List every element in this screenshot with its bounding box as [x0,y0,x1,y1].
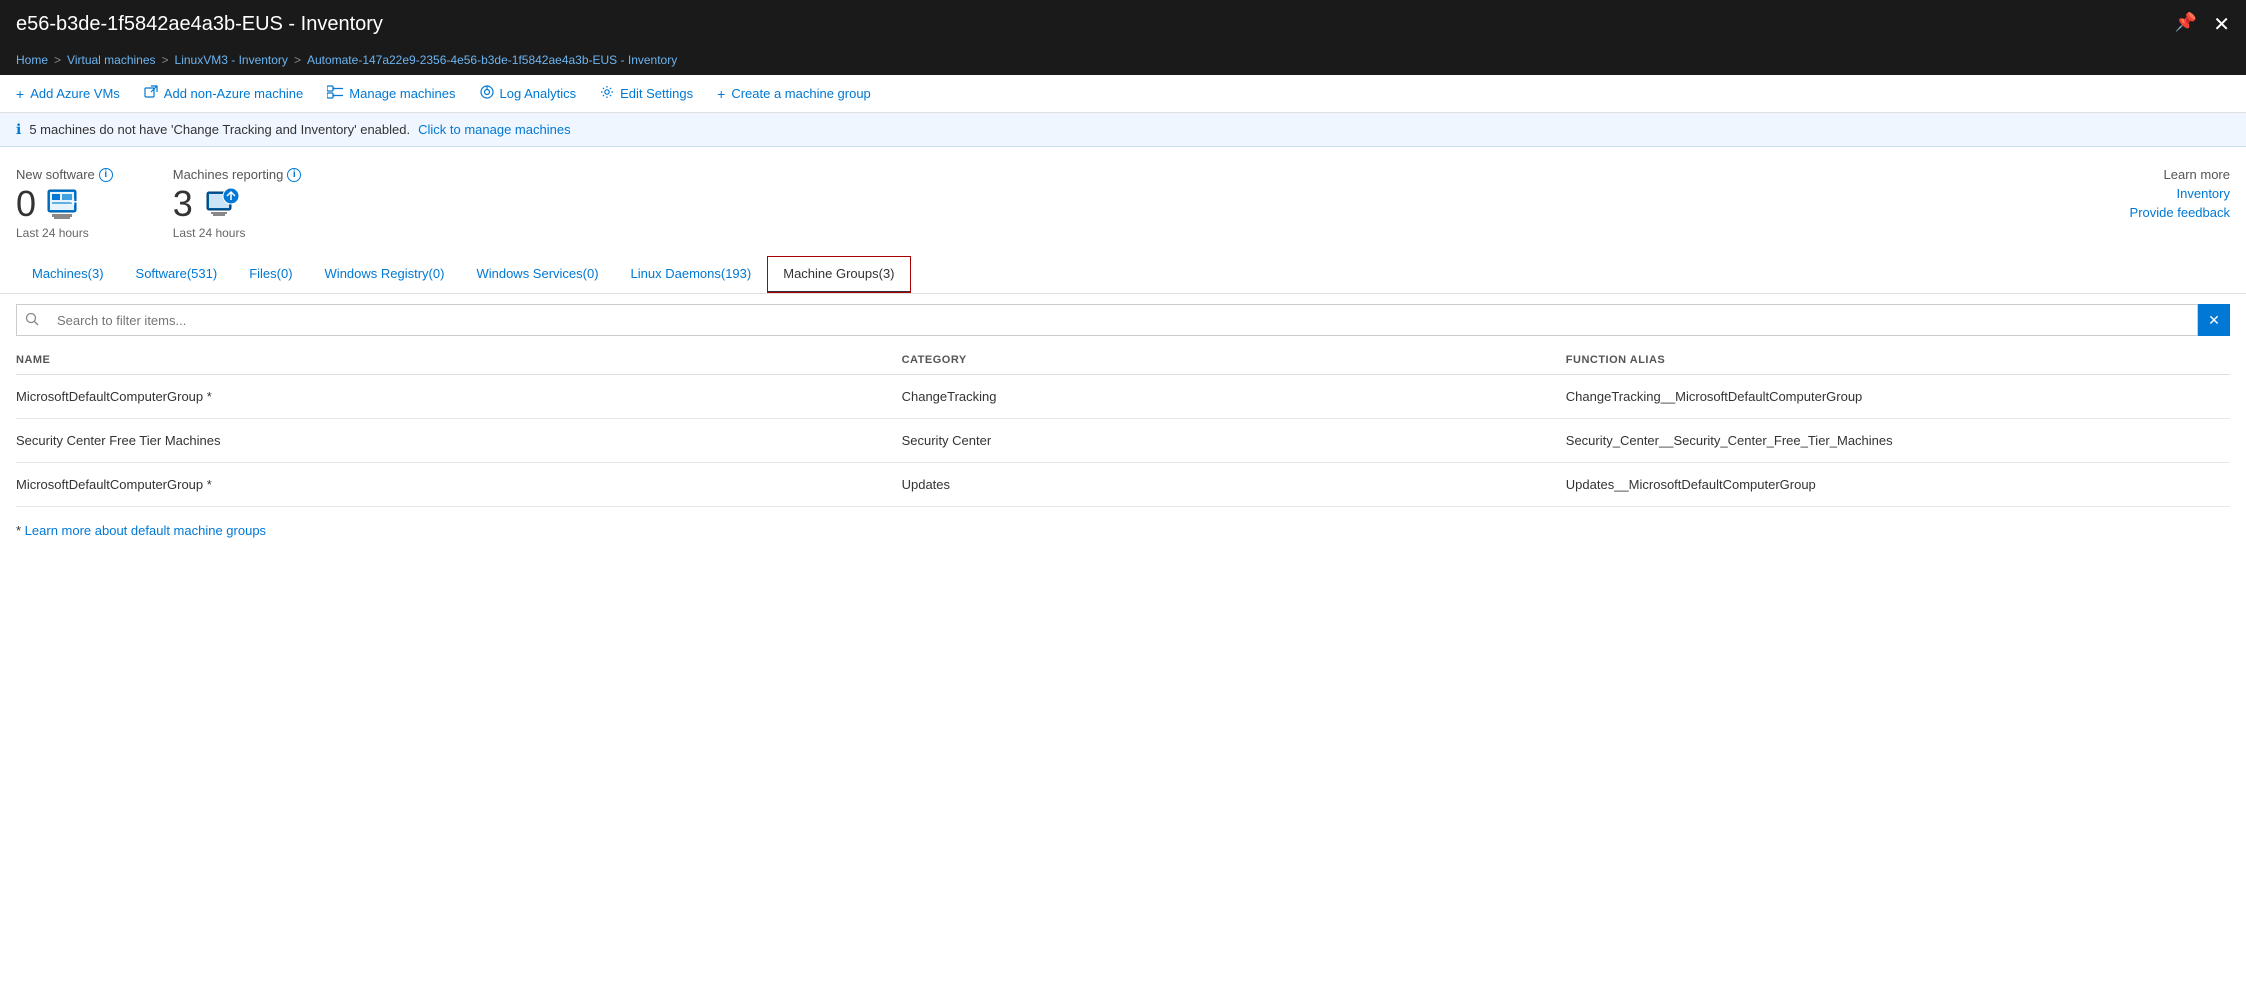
info-icon: ℹ [16,121,21,138]
footer-note: * Learn more about default machine group… [0,507,2246,554]
search-icon [17,312,47,329]
provide-feedback-link[interactable]: Provide feedback [2130,205,2230,220]
breadcrumb-sep-3: > [294,53,301,67]
page-title: e56-b3de-1f5842ae4a3b-EUS - Inventory [16,13,383,36]
stats-left: New software i 0 + [16,167,301,240]
add-azure-vms-button[interactable]: + Add Azure VMs [16,86,120,102]
table-wrapper: NAME CATEGORY FUNCTION ALIAS MicrosoftDe… [0,346,2246,507]
machine-groups-table: NAME CATEGORY FUNCTION ALIAS MicrosoftDe… [16,346,2230,507]
manage-machines-link[interactable]: Click to manage machines [418,122,570,137]
cell-name-1: Security Center Free Tier Machines [16,419,902,463]
tab-files[interactable]: Files(0) [233,256,308,293]
breadcrumb-sep-2: > [162,53,169,67]
machines-reporting-info-icon[interactable]: i [287,168,301,182]
tab-windows-services[interactable]: Windows Services(0) [460,256,614,293]
new-software-icon: + [46,186,82,222]
tabs-bar: Machines(3) Software(531) Files(0) Windo… [0,256,2246,294]
manage-icon [327,85,343,102]
tab-linux-daemons[interactable]: Linux Daemons(193) [615,256,768,293]
plus-icon: + [16,86,24,102]
search-clear-button[interactable]: ✕ [2198,304,2230,336]
cell-name-2: MicrosoftDefaultComputerGroup * [16,463,902,507]
inventory-link[interactable]: Inventory [2177,186,2230,201]
external-link-icon [144,85,158,102]
machines-reporting-stat: Machines reporting i 3 Las [173,167,302,240]
breadcrumb-home[interactable]: Home [16,53,48,67]
new-software-value-row: 0 + [16,186,113,222]
add-non-azure-button[interactable]: Add non-Azure machine [144,85,303,102]
table-row[interactable]: MicrosoftDefaultComputerGroup * Updates … [16,463,2230,507]
edit-settings-button[interactable]: Edit Settings [600,85,693,102]
machines-reporting-value-row: 3 [173,186,302,222]
machines-reporting-value: 3 [173,186,193,222]
breadcrumb-automate[interactable]: Automate-147a22e9-2356-4e56-b3de-1f5842a… [307,53,677,67]
learn-more-default-groups-link[interactable]: Learn more about default machine groups [25,523,266,538]
table-row[interactable]: MicrosoftDefaultComputerGroup * ChangeTr… [16,375,2230,419]
tab-machines[interactable]: Machines(3) [16,256,120,293]
table-body: MicrosoftDefaultComputerGroup * ChangeTr… [16,375,2230,507]
cell-function-0: ChangeTracking__MicrosoftDefaultComputer… [1566,375,2230,419]
tab-machine-groups[interactable]: Machine Groups(3) [767,256,910,293]
gear-icon [600,85,614,102]
pin-button[interactable]: 📌 [2175,12,2197,37]
breadcrumb-virtual-machines[interactable]: Virtual machines [67,53,156,67]
col-header-function-alias: FUNCTION ALIAS [1566,346,2230,375]
cell-category-1: Security Center [902,419,1566,463]
learn-more-section: Learn more Inventory Provide feedback [2130,167,2230,220]
new-software-stat: New software i 0 + [16,167,113,240]
cell-function-1: Security_Center__Security_Center_Free_Ti… [1566,419,2230,463]
cell-name-0: MicrosoftDefaultComputerGroup * [16,375,902,419]
title-bar-actions: 📌 ✕ [2175,12,2230,37]
cell-category-2: Updates [902,463,1566,507]
new-software-label: New software i [16,167,113,182]
stats-section: New software i 0 + [0,147,2246,256]
breadcrumb-linuxvm3[interactable]: LinuxVM3 - Inventory [175,53,288,67]
machines-reporting-icon [203,186,239,222]
tab-software[interactable]: Software(531) [120,256,234,293]
cell-category-0: ChangeTracking [902,375,1566,419]
cell-function-2: Updates__MicrosoftDefaultComputerGroup [1566,463,2230,507]
table-row[interactable]: Security Center Free Tier Machines Secur… [16,419,2230,463]
table-header: NAME CATEGORY FUNCTION ALIAS [16,346,2230,375]
new-software-value: 0 [16,186,36,222]
machines-reporting-sublabel: Last 24 hours [173,226,302,240]
info-banner: ℹ 5 machines do not have 'Change Trackin… [0,113,2246,147]
search-input[interactable] [47,313,2197,328]
breadcrumb: Home > Virtual machines > LinuxVM3 - Inv… [0,49,2246,75]
svg-text:+: + [70,195,77,209]
col-header-category: CATEGORY [902,346,1566,375]
new-software-info-icon[interactable]: i [99,168,113,182]
footer-asterisk: * [16,523,25,538]
new-software-sublabel: Last 24 hours [16,226,113,240]
manage-machines-button[interactable]: Manage machines [327,85,455,102]
info-message: 5 machines do not have 'Change Tracking … [29,122,410,137]
analytics-icon [480,85,494,102]
search-wrapper [16,304,2198,336]
create-machine-group-button[interactable]: + Create a machine group [717,86,871,102]
breadcrumb-sep-1: > [54,53,61,67]
title-bar: e56-b3de-1f5842ae4a3b-EUS - Inventory 📌 … [0,0,2246,49]
learn-more-title: Learn more [2164,167,2230,182]
log-analytics-button[interactable]: Log Analytics [480,85,577,102]
search-bar: ✕ [0,294,2246,346]
col-header-name: NAME [16,346,902,375]
close-button[interactable]: ✕ [2213,12,2230,37]
create-plus-icon: + [717,86,725,102]
tab-windows-registry[interactable]: Windows Registry(0) [309,256,461,293]
machines-reporting-label: Machines reporting i [173,167,302,182]
toolbar: + Add Azure VMs Add non-Azure machine Ma… [0,75,2246,113]
